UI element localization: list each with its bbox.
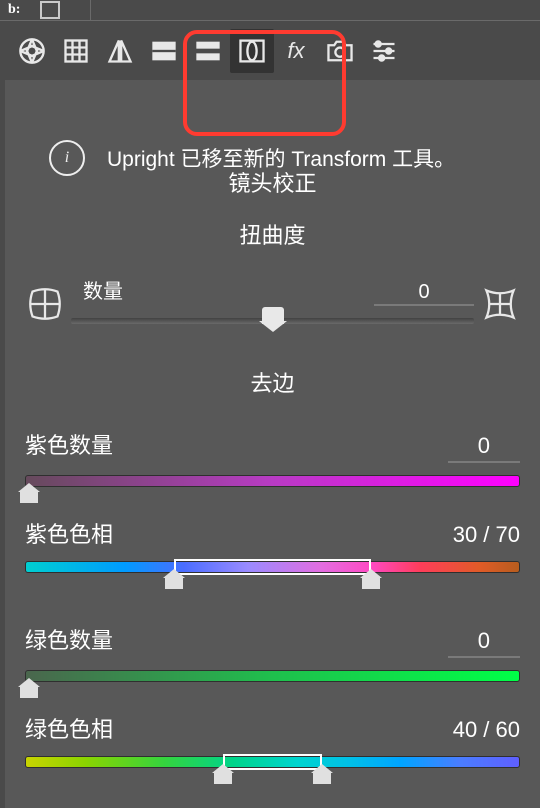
distortion-slider[interactable] [71, 318, 474, 324]
lens-correction-icon[interactable] [230, 29, 274, 73]
slider-thumb-low[interactable] [214, 770, 232, 784]
app-indicator: b: [8, 2, 20, 18]
slider-thumb-high[interactable] [313, 770, 331, 784]
split-icon[interactable] [98, 29, 142, 73]
camera-icon[interactable] [318, 29, 362, 73]
purple-hue-slider[interactable] [25, 561, 520, 573]
slider-thumb-low[interactable] [165, 575, 183, 589]
sliders-icon[interactable] [362, 29, 406, 73]
grid-icon[interactable] [54, 29, 98, 73]
tooltip: 镜头校正 [228, 166, 316, 198]
swatch-icon [40, 1, 60, 19]
detail-icon[interactable] [142, 29, 186, 73]
purple-amount-slider[interactable] [25, 475, 520, 487]
aperture-icon[interactable] [10, 29, 54, 73]
slider-thumb[interactable] [262, 307, 284, 324]
green-amount-slider[interactable] [25, 670, 520, 682]
amount-value[interactable]: 0 [374, 281, 474, 306]
graduated-icon[interactable] [186, 29, 230, 73]
purple-hue-value: 30 / 70 [453, 522, 520, 548]
range-selection [223, 754, 322, 770]
purple-amount-value[interactable]: 0 [448, 433, 520, 463]
fx-icon[interactable]: fx [274, 29, 318, 73]
green-amount-label: 绿色数量 [25, 623, 113, 655]
range-selection [174, 559, 371, 575]
green-amount-value[interactable]: 0 [448, 628, 520, 658]
barrel-icon[interactable] [25, 284, 65, 324]
lens-panel: 镜头校正 i Upright 已移至新的 Transform 工具。 扭曲度 数… [5, 80, 540, 808]
pincushion-icon[interactable] [480, 284, 520, 324]
purple-hue-label: 紫色色相 [25, 517, 113, 549]
distortion-title: 扭曲度 [25, 218, 520, 250]
slider-thumb[interactable] [20, 684, 38, 698]
green-hue-label: 绿色色相 [25, 712, 113, 744]
defringe-title: 去边 [25, 366, 520, 398]
slider-thumb[interactable] [20, 489, 38, 503]
green-hue-slider[interactable] [25, 756, 520, 768]
info-icon: i [49, 140, 85, 176]
panel-toolbar: fx [0, 21, 540, 81]
purple-amount-label: 紫色数量 [25, 428, 113, 460]
divider [90, 0, 91, 20]
amount-label: 数量 [77, 275, 123, 304]
green-hue-value: 40 / 60 [453, 717, 520, 743]
slider-thumb-high[interactable] [362, 575, 380, 589]
